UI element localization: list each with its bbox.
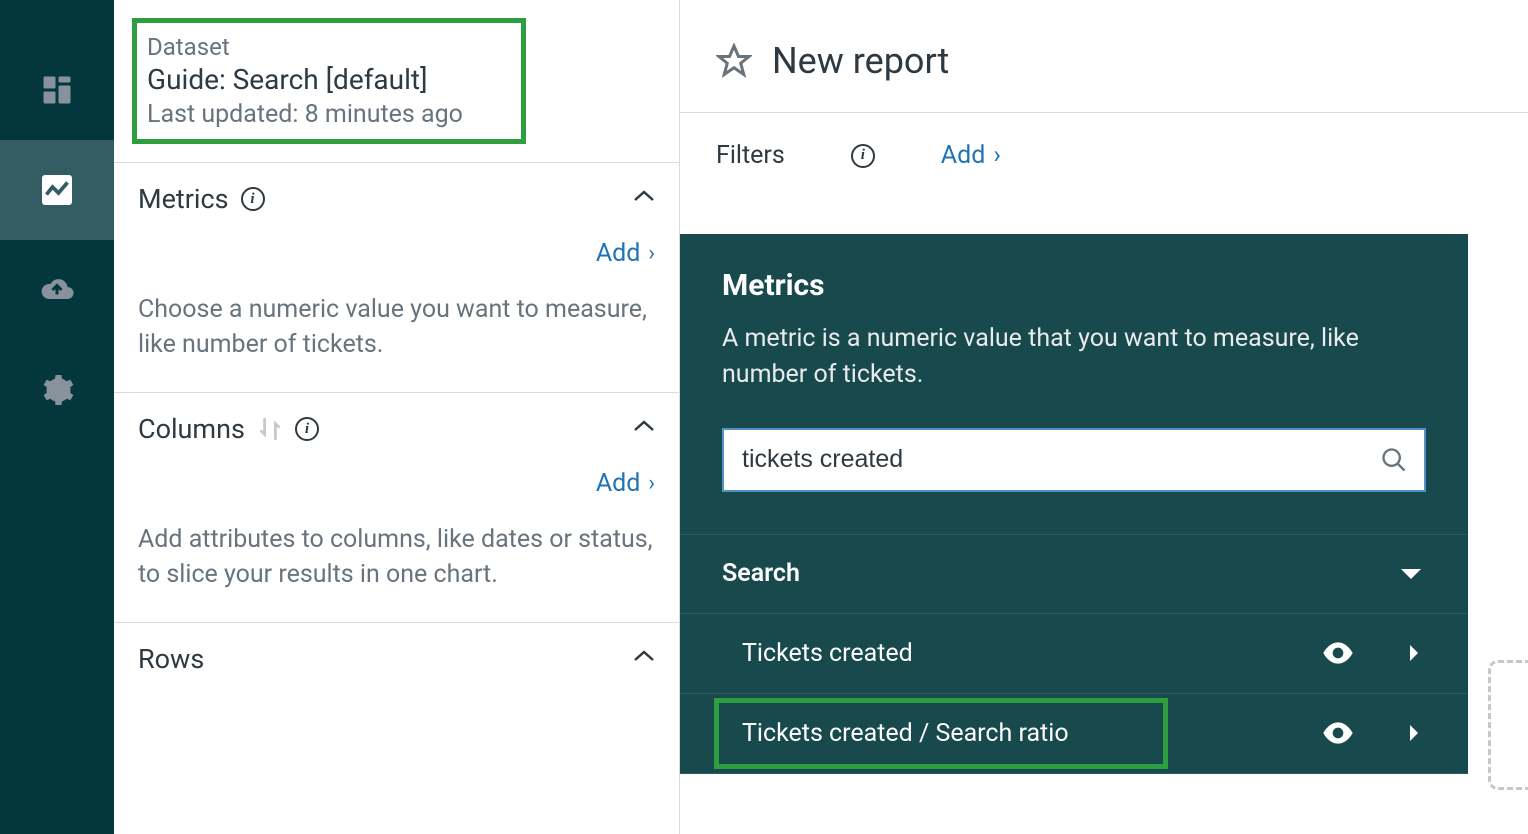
nav-upload[interactable] bbox=[0, 240, 114, 340]
metric-option-tickets-created-search-ratio[interactable]: Tickets created / Search ratio bbox=[680, 694, 1468, 774]
eye-icon[interactable] bbox=[1322, 722, 1354, 744]
filters-row: Filters i Add › bbox=[680, 113, 1528, 198]
search-icon bbox=[1380, 446, 1408, 474]
info-icon[interactable]: i bbox=[241, 187, 265, 211]
metrics-section: Metrics i Add › Choose a numeric value y… bbox=[114, 162, 679, 392]
cloud-upload-icon bbox=[39, 272, 75, 308]
chevron-up-icon[interactable] bbox=[633, 188, 655, 210]
metrics-popover: Metrics A metric is a numeric value that… bbox=[680, 234, 1468, 774]
star-icon[interactable] bbox=[716, 43, 752, 79]
eye-icon[interactable] bbox=[1322, 642, 1354, 664]
chevron-right-icon: › bbox=[648, 471, 655, 496]
drop-area[interactable] bbox=[1488, 660, 1528, 790]
filters-add-button[interactable]: Add › bbox=[941, 141, 1001, 170]
info-icon[interactable]: i bbox=[851, 144, 875, 168]
chevron-right-icon: › bbox=[648, 241, 655, 266]
metrics-add-button[interactable]: Add › bbox=[138, 239, 655, 268]
rows-title: Rows bbox=[138, 643, 204, 675]
dashboard-icon bbox=[39, 72, 75, 108]
nav-reports[interactable] bbox=[0, 140, 114, 240]
nav-settings[interactable] bbox=[0, 340, 114, 440]
result-group-search[interactable]: Search bbox=[680, 534, 1468, 614]
sidebar-nav bbox=[0, 0, 114, 834]
swap-icon[interactable] bbox=[257, 416, 283, 442]
info-icon[interactable]: i bbox=[295, 417, 319, 441]
popover-desc: A metric is a numeric value that you wan… bbox=[680, 303, 1468, 394]
columns-header[interactable]: Columns i bbox=[138, 413, 655, 445]
columns-add-button[interactable]: Add › bbox=[138, 469, 655, 498]
columns-section: Columns i Add › Add attributes to column… bbox=[114, 392, 679, 622]
dataset-updated: Last updated: 8 minutes ago bbox=[147, 100, 503, 129]
dataset-selector[interactable]: Dataset Guide: Search [default] Last upd… bbox=[132, 18, 526, 144]
gear-icon bbox=[39, 372, 75, 408]
metrics-search bbox=[722, 428, 1426, 492]
metrics-search-input[interactable] bbox=[722, 428, 1426, 492]
metrics-header[interactable]: Metrics i bbox=[138, 183, 655, 215]
filters-label: Filters bbox=[716, 141, 785, 170]
columns-desc: Add attributes to columns, like dates or… bbox=[138, 522, 655, 592]
chevron-up-icon[interactable] bbox=[633, 418, 655, 440]
main-panel: New report Filters i Add › Metrics A met… bbox=[680, 0, 1528, 834]
popover-title: Metrics bbox=[680, 268, 1468, 303]
rows-section: Rows bbox=[114, 622, 679, 705]
chevron-right-icon bbox=[1402, 721, 1426, 745]
metrics-desc: Choose a numeric value you want to measu… bbox=[138, 292, 655, 362]
dataset-label: Dataset bbox=[147, 33, 503, 61]
report-title: New report bbox=[772, 40, 949, 82]
chart-icon bbox=[39, 172, 75, 208]
chevron-up-icon[interactable] bbox=[633, 648, 655, 670]
rows-header[interactable]: Rows bbox=[138, 643, 655, 675]
config-panel: Dataset Guide: Search [default] Last upd… bbox=[114, 0, 680, 834]
chevron-right-icon bbox=[1402, 641, 1426, 665]
chevron-right-icon: › bbox=[993, 141, 1001, 170]
nav-dashboard[interactable] bbox=[0, 40, 114, 140]
report-header: New report bbox=[680, 0, 1528, 113]
metrics-title: Metrics bbox=[138, 183, 229, 215]
metric-label: Tickets created / Search ratio bbox=[742, 719, 1069, 748]
chevron-down-icon bbox=[1396, 559, 1426, 589]
result-group-label: Search bbox=[722, 559, 800, 588]
columns-title: Columns bbox=[138, 413, 245, 445]
metric-option-tickets-created[interactable]: Tickets created bbox=[680, 614, 1468, 694]
metric-label: Tickets created bbox=[742, 639, 913, 668]
dataset-name: Guide: Search [default] bbox=[147, 63, 503, 96]
